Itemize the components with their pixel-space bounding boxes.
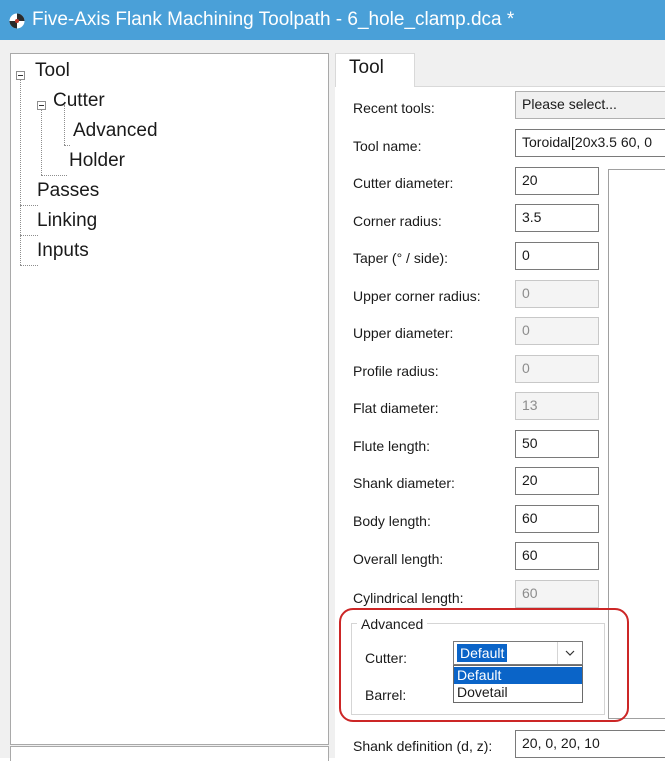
shank-definition-input[interactable]: 20, 0, 20, 10 (515, 730, 665, 758)
cutter-diameter-label: Cutter diameter: (353, 175, 454, 191)
body-length-input[interactable]: 60 (515, 505, 599, 533)
cylindrical-length-label: Cylindrical length: (353, 590, 464, 606)
tool-name-input[interactable]: Toroidal[20x3.5 60, 0 (515, 129, 665, 157)
window-title: Five-Axis Flank Machining Toolpath - 6_h… (32, 9, 515, 30)
tree-connector (64, 145, 70, 146)
flute-length-label: Flute length: (353, 438, 431, 454)
tree-item-advanced[interactable]: Advanced (73, 120, 158, 142)
tab-tool-label: Tool (349, 57, 384, 78)
profile-radius-input: 0 (515, 355, 599, 383)
upper-diameter-label: Upper diameter: (353, 325, 454, 341)
upper-corner-radius-label: Upper corner radius: (353, 288, 481, 304)
tab-tool[interactable]: Tool (335, 53, 415, 87)
tree-connector (41, 105, 42, 175)
title-bar: Five-Axis Flank Machining Toolpath - 6_h… (0, 0, 665, 40)
taper-input[interactable]: 0 (515, 242, 599, 270)
highlight-annotation (339, 608, 629, 722)
tool-tab-page: Recent tools: Please select... Tool name… (335, 87, 665, 758)
cylindrical-length-input: 60 (515, 580, 599, 608)
shank-diameter-input[interactable]: 20 (515, 467, 599, 495)
tree-connector (20, 75, 21, 265)
recent-tools-label: Recent tools: (353, 100, 435, 116)
corner-radius-input[interactable]: 3.5 (515, 204, 599, 232)
taper-label: Taper (° / side): (353, 250, 449, 266)
secondary-panel (10, 746, 329, 761)
tool-settings-area: Tool Recent tools: Please select... Tool… (335, 40, 665, 758)
profile-radius-label: Profile radius: (353, 363, 439, 379)
navigation-tree[interactable]: Tool Cutter Advanced Holder Passes Linki… (10, 53, 329, 745)
tree-connector (20, 205, 38, 206)
collapse-icon[interactable] (37, 101, 46, 110)
corner-radius-label: Corner radius: (353, 213, 442, 229)
upper-corner-radius-input: 0 (515, 280, 599, 308)
tree-item-holder[interactable]: Holder (69, 150, 125, 172)
tree-item-cutter[interactable]: Cutter (53, 90, 105, 112)
tree-connector (41, 175, 67, 176)
tree-item-tool[interactable]: Tool (35, 60, 70, 82)
overall-length-input[interactable]: 60 (515, 542, 599, 570)
shank-definition-label: Shank definition (d, z): (353, 738, 493, 754)
flat-diameter-input: 13 (515, 392, 599, 420)
tool-name-label: Tool name: (353, 138, 422, 154)
tree-item-inputs[interactable]: Inputs (37, 240, 89, 262)
collapse-icon[interactable] (16, 71, 25, 80)
tree-item-passes[interactable]: Passes (37, 180, 99, 202)
tree-connector (20, 235, 38, 236)
shank-diameter-label: Shank diameter: (353, 475, 455, 491)
flute-length-input[interactable]: 50 (515, 430, 599, 458)
overall-length-label: Overall length: (353, 551, 444, 567)
tree-connector (20, 265, 38, 266)
flat-diameter-label: Flat diameter: (353, 400, 439, 416)
body-length-label: Body length: (353, 513, 431, 529)
upper-diameter-input: 0 (515, 317, 599, 345)
cutter-diameter-input[interactable]: 20 (515, 167, 599, 195)
dialog-body: Tool Cutter Advanced Holder Passes Linki… (0, 40, 665, 761)
app-logo-icon (9, 13, 25, 29)
recent-tools-dropdown[interactable]: Please select... (515, 91, 665, 119)
tree-item-linking[interactable]: Linking (37, 210, 97, 232)
